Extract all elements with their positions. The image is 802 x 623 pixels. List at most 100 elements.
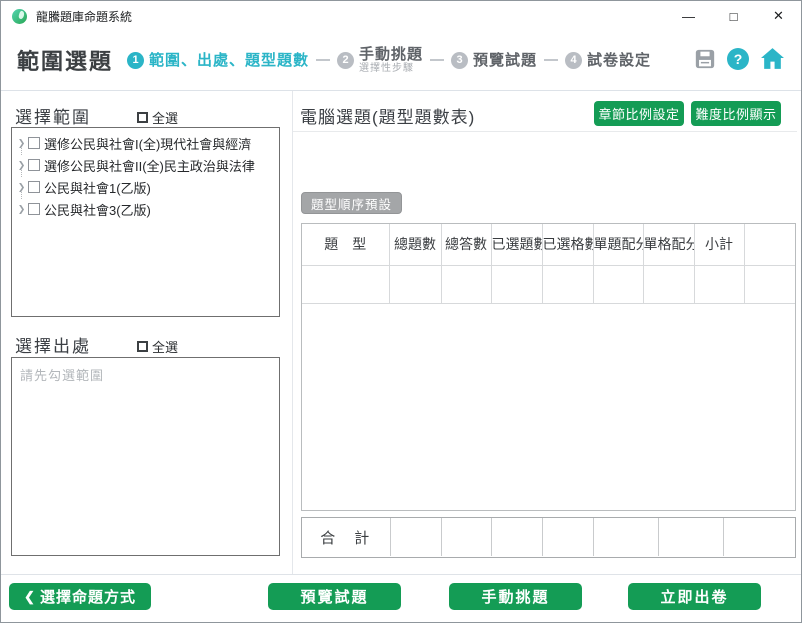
- page-title: 範圍選題: [17, 49, 114, 74]
- table-cell: [744, 265, 795, 304]
- step-3-number-icon: 3: [451, 51, 469, 69]
- wizard-steps: 1 範圍、出處、題型題數 2 手動挑題 選擇性步驟 3 預覽試題 4 試卷設定: [127, 33, 651, 87]
- col-question-type: 題 型: [302, 224, 390, 266]
- col-total-questions: 總題數: [389, 224, 442, 266]
- header-divider: [1, 90, 801, 91]
- table-cell: [389, 265, 442, 304]
- step-connector: [544, 59, 559, 61]
- choose-method-back-button[interactable]: ❮ 選擇命題方式: [9, 583, 151, 610]
- table-cell: [694, 265, 745, 304]
- checkbox-icon[interactable]: [28, 203, 40, 215]
- home-icon[interactable]: [760, 47, 785, 70]
- col-selected-blanks: 已選格數: [542, 224, 594, 266]
- step-1-number-icon: 1: [127, 51, 144, 69]
- totals-table: 合 計: [301, 517, 796, 558]
- table-cell: [593, 265, 644, 304]
- checkbox-icon[interactable]: [28, 181, 40, 193]
- computer-selection-title: 電腦選題(題型題數表): [300, 108, 476, 127]
- totals-cell: [491, 518, 543, 556]
- step-3-preview[interactable]: 3 預覽試題: [451, 51, 538, 69]
- step-connector: [430, 59, 445, 61]
- column-divider: [292, 91, 293, 575]
- tree-item-label: 公民與社會3(乙版): [44, 202, 151, 218]
- range-select-all[interactable]: 全選: [137, 108, 178, 127]
- table-cell: [302, 265, 390, 304]
- save-icon[interactable]: [694, 48, 716, 70]
- generate-paper-button[interactable]: 立即出卷: [628, 583, 761, 610]
- step-2-sublabel: 選擇性步驟: [359, 63, 415, 74]
- question-type-table: 題 型 總題數 總答數 已選題數 已選格數 單題配分 單格配分 小計: [301, 223, 796, 511]
- range-tree: ❯ 選修公民與社會I(全)現代社會與經濟 ❯ 選修公民與社會II(全)民主政治與…: [11, 127, 280, 317]
- step-1-range[interactable]: 1 範圍、出處、題型題數: [127, 51, 310, 69]
- select-all-label: 全選: [152, 340, 179, 355]
- source-placeholder: 請先勾選範圍: [20, 368, 105, 383]
- help-icon[interactable]: ?: [727, 47, 749, 70]
- totals-cell: [441, 518, 492, 556]
- source-list: 請先勾選範圍: [11, 357, 280, 556]
- window-controls: — □ ✕: [666, 1, 801, 31]
- expand-icon[interactable]: ❯: [15, 204, 28, 215]
- step-1-label: 範圍、出處、題型題數: [149, 51, 310, 69]
- col-subtotal: 小計: [694, 224, 745, 266]
- step-4-number-icon: 4: [565, 51, 583, 69]
- checkbox-icon[interactable]: [137, 112, 148, 123]
- range-section-title: 選擇範圍: [15, 108, 91, 127]
- chapter-ratio-button[interactable]: 章節比例設定: [594, 101, 684, 126]
- right-panel-divider: [293, 131, 797, 132]
- tree-item[interactable]: ❯ 選修公民與社會I(全)現代社會與經濟: [15, 132, 279, 154]
- checkbox-icon[interactable]: [28, 159, 40, 171]
- app-logo-icon: [12, 8, 27, 24]
- tree-item-label: 選修公民與社會I(全)現代社會與經濟: [44, 136, 252, 152]
- step-4-paper-settings[interactable]: 4 試卷設定: [565, 51, 652, 69]
- step-4-label: 試卷設定: [587, 51, 652, 69]
- tree-item[interactable]: ❯ 公民與社會3(乙版): [15, 198, 279, 220]
- table-cell: [542, 265, 594, 304]
- totals-cell: [658, 518, 724, 556]
- source-select-all[interactable]: 全選: [137, 337, 178, 356]
- expand-icon[interactable]: ❯: [15, 160, 28, 171]
- chevron-left-icon: ❮: [24, 588, 36, 604]
- back-button-label: 選擇命題方式: [39, 589, 136, 606]
- tree-item[interactable]: ❯ 選修公民與社會II(全)民主政治與法律: [15, 154, 279, 176]
- col-points-per-question: 單題配分: [593, 224, 644, 266]
- minimize-button[interactable]: —: [666, 1, 711, 31]
- tree-item-label: 選修公民與社會II(全)民主政治與法律: [44, 158, 255, 174]
- col-total-answers: 總答數: [441, 224, 492, 266]
- tree-item-label: 公民與社會1(乙版): [44, 180, 151, 196]
- select-all-label: 全選: [152, 111, 179, 126]
- app-title: 龍騰題庫命題系統: [36, 9, 133, 24]
- table-cell: [491, 265, 543, 304]
- question-type-order-preset-button[interactable]: 題型順序預設: [301, 192, 403, 214]
- header-icons: ?: [694, 47, 785, 70]
- totals-row: 合 計: [302, 518, 795, 556]
- expand-icon[interactable]: ❯: [15, 138, 28, 149]
- step-2-number-icon: 2: [337, 51, 355, 69]
- checkbox-icon[interactable]: [28, 137, 40, 149]
- col-points-per-blank: 單格配分: [643, 224, 695, 266]
- col-selected-questions: 已選題數: [491, 224, 543, 266]
- tree-item[interactable]: ❯ 公民與社會1(乙版): [15, 176, 279, 198]
- totals-cell: [723, 518, 795, 556]
- title-bar: 龍騰題庫命題系統 — □ ✕: [1, 1, 801, 31]
- difficulty-ratio-button[interactable]: 難度比例顯示: [691, 101, 781, 126]
- totals-cell: [542, 518, 594, 556]
- step-3-label: 預覽試題: [473, 51, 538, 69]
- expand-icon[interactable]: ❯: [15, 182, 28, 193]
- col-extra: [744, 224, 795, 266]
- step-connector: [316, 59, 331, 61]
- table-cell: [643, 265, 695, 304]
- maximize-button[interactable]: □: [711, 1, 756, 31]
- bottom-divider: [1, 574, 801, 575]
- totals-label: 合 計: [302, 518, 391, 556]
- manual-pick-button[interactable]: 手動挑題: [449, 583, 582, 610]
- source-section-title: 選擇出處: [15, 337, 91, 356]
- totals-cell: [390, 518, 442, 556]
- table-row: [302, 265, 795, 304]
- app-window: 龍騰題庫命題系統 — □ ✕ 範圍選題 1 範圍、出處、題型題數 2 手動挑題 …: [0, 0, 802, 623]
- table-header-row: 題 型 總題數 總答數 已選題數 已選格數 單題配分 單格配分 小計: [302, 224, 795, 266]
- step-2-manual-pick[interactable]: 2 手動挑題 選擇性步驟: [337, 46, 423, 74]
- step-2-label: 手動挑題: [359, 46, 424, 63]
- checkbox-icon[interactable]: [137, 341, 148, 352]
- close-button[interactable]: ✕: [756, 1, 801, 31]
- preview-questions-button[interactable]: 預覽試題: [268, 583, 401, 610]
